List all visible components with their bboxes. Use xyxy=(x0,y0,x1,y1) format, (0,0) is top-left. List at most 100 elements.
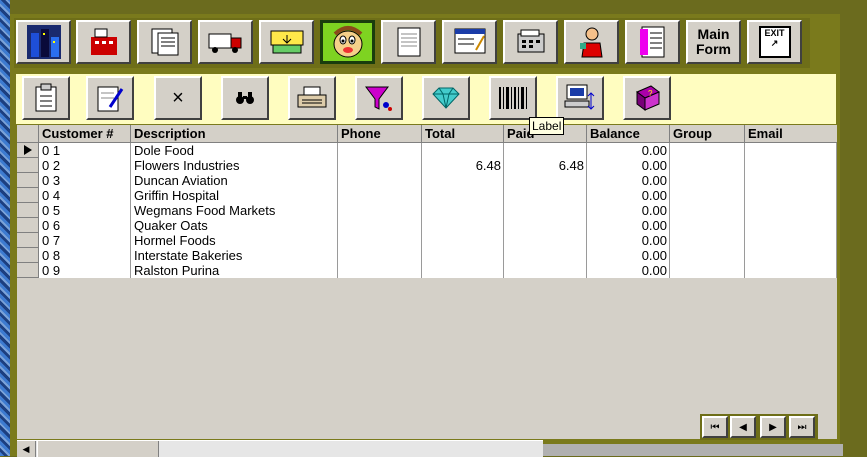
cell-email[interactable] xyxy=(745,203,837,218)
cell-balance[interactable]: 0.00 xyxy=(587,143,670,158)
cell-group[interactable] xyxy=(670,233,745,248)
gems-button[interactable] xyxy=(422,76,470,120)
row-selector[interactable] xyxy=(17,173,39,188)
delete-button[interactable]: × xyxy=(154,76,202,120)
row-selector[interactable] xyxy=(17,158,39,173)
calculator-button[interactable] xyxy=(503,20,558,64)
register-button[interactable] xyxy=(76,20,131,64)
table-row[interactable]: 0 5 Wegmans Food Markets 0.00 xyxy=(17,203,837,218)
documents-button[interactable] xyxy=(137,20,192,64)
cell-balance[interactable]: 0.00 xyxy=(587,203,670,218)
cell-balance[interactable]: 0.00 xyxy=(587,188,670,203)
print-button[interactable] xyxy=(288,76,336,120)
cell-phone[interactable] xyxy=(338,188,422,203)
cell-group[interactable] xyxy=(670,263,745,278)
cell-email[interactable] xyxy=(745,248,837,263)
delivery-button[interactable] xyxy=(198,20,253,64)
cell-total[interactable] xyxy=(422,263,504,278)
money-button[interactable] xyxy=(259,20,314,64)
col-balance[interactable]: Balance xyxy=(587,125,670,142)
edit-button[interactable] xyxy=(86,76,134,120)
cell-email[interactable] xyxy=(745,218,837,233)
table-row[interactable]: 0 4 Griffin Hospital 0.00 xyxy=(17,188,837,203)
horizontal-scrollbar[interactable]: ◀ xyxy=(17,440,543,457)
last-record-button[interactable]: ⏭ xyxy=(789,416,815,438)
table-row[interactable]: 0 3 Duncan Aviation 0.00 xyxy=(17,173,837,188)
cell-balance[interactable]: 0.00 xyxy=(587,173,670,188)
scroll-left-button[interactable]: ◀ xyxy=(17,441,36,457)
transfer-button[interactable] xyxy=(556,76,604,120)
row-selector[interactable] xyxy=(17,143,39,158)
cell-email[interactable] xyxy=(745,143,837,158)
cell-desc[interactable]: Interstate Bakeries xyxy=(131,248,338,263)
cell-phone[interactable] xyxy=(338,203,422,218)
cell-total[interactable] xyxy=(422,248,504,263)
cell-desc[interactable]: Ralston Purina xyxy=(131,263,338,278)
cell-desc[interactable]: Duncan Aviation xyxy=(131,173,338,188)
col-group[interactable]: Group xyxy=(670,125,745,142)
help-button[interactable]: ? xyxy=(623,76,671,120)
cell-phone[interactable] xyxy=(338,263,422,278)
cell-balance[interactable]: 0.00 xyxy=(587,263,670,278)
cell-id[interactable]: 0 7 xyxy=(39,233,131,248)
cell-phone[interactable] xyxy=(338,158,422,173)
row-selector[interactable] xyxy=(17,203,39,218)
row-selector[interactable] xyxy=(17,218,39,233)
cell-balance[interactable]: 0.00 xyxy=(587,218,670,233)
cell-total[interactable] xyxy=(422,188,504,203)
table-row[interactable]: 0 2 Flowers Industries 6.48 6.48 0.00 xyxy=(17,158,837,173)
cell-id[interactable]: 0 3 xyxy=(39,173,131,188)
filter-button[interactable] xyxy=(355,76,403,120)
cell-paid[interactable] xyxy=(504,143,587,158)
cell-total[interactable] xyxy=(422,233,504,248)
cell-phone[interactable] xyxy=(338,143,422,158)
cell-paid[interactable] xyxy=(504,203,587,218)
row-selector[interactable] xyxy=(17,263,39,278)
cell-paid[interactable] xyxy=(504,263,587,278)
cell-total[interactable]: 6.48 xyxy=(422,158,504,173)
label-button[interactable] xyxy=(489,76,537,120)
main-form-button[interactable]: Main Form xyxy=(686,20,741,64)
cell-id[interactable]: 0 4 xyxy=(39,188,131,203)
col-total[interactable]: Total xyxy=(422,125,504,142)
cell-group[interactable] xyxy=(670,218,745,233)
col-phone[interactable]: Phone xyxy=(338,125,422,142)
cell-email[interactable] xyxy=(745,188,837,203)
cell-paid[interactable] xyxy=(504,233,587,248)
cell-total[interactable] xyxy=(422,143,504,158)
first-record-button[interactable]: ⏮ xyxy=(702,416,728,438)
customers-button[interactable] xyxy=(320,20,375,64)
cell-group[interactable] xyxy=(670,188,745,203)
exit-button[interactable]: EXIT ↗ xyxy=(747,20,802,64)
cell-total[interactable] xyxy=(422,203,504,218)
cell-desc[interactable]: Wegmans Food Markets xyxy=(131,203,338,218)
scroll-thumb[interactable] xyxy=(37,441,159,457)
cell-total[interactable] xyxy=(422,218,504,233)
cell-desc[interactable]: Quaker Oats xyxy=(131,218,338,233)
cell-balance[interactable]: 0.00 xyxy=(587,248,670,263)
cell-phone[interactable] xyxy=(338,233,422,248)
cell-id[interactable]: 0 2 xyxy=(39,158,131,173)
cell-group[interactable] xyxy=(670,143,745,158)
cell-email[interactable] xyxy=(745,263,837,278)
cell-group[interactable] xyxy=(670,173,745,188)
row-selector[interactable] xyxy=(17,248,39,263)
cell-phone[interactable] xyxy=(338,173,422,188)
cell-phone[interactable] xyxy=(338,218,422,233)
paste-button[interactable] xyxy=(22,76,70,120)
employee-button[interactable] xyxy=(564,20,619,64)
table-row[interactable]: 0 7 Hormel Foods 0.00 xyxy=(17,233,837,248)
document-button[interactable] xyxy=(381,20,436,64)
cell-email[interactable] xyxy=(745,173,837,188)
cell-total[interactable] xyxy=(422,173,504,188)
cell-id[interactable]: 0 9 xyxy=(39,263,131,278)
table-row[interactable]: 0 1 Dole Food 0.00 xyxy=(17,143,837,158)
prev-record-button[interactable]: ◀ xyxy=(730,416,756,438)
col-email[interactable]: Email xyxy=(745,125,837,142)
col-description[interactable]: Description xyxy=(131,125,338,142)
form-button[interactable] xyxy=(442,20,497,64)
cell-group[interactable] xyxy=(670,248,745,263)
table-row[interactable]: 0 8 Interstate Bakeries 0.00 xyxy=(17,248,837,263)
row-selector[interactable] xyxy=(17,188,39,203)
cell-paid[interactable] xyxy=(504,218,587,233)
